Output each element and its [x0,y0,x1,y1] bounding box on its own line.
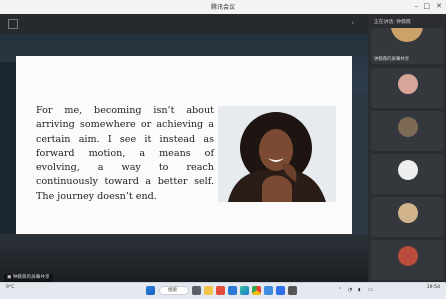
file-explorer-icon[interactable] [204,286,213,295]
wifi-icon[interactable]: ◔ [348,287,352,293]
speaking-text: 正在讲话: 钟薇薇 [374,20,411,25]
app-icon[interactable] [288,286,297,295]
close-icon[interactable]: ✕ [436,2,442,11]
share-owner-text: 钟薇薇的屏幕共享 [12,275,50,280]
maximize-icon[interactable]: □ [423,2,430,11]
store-icon[interactable] [264,286,273,295]
participants-panel: 正在讲话: 钟薇薇 钟薇薇的屏幕共享 [368,14,446,282]
meeting-app-icon[interactable] [276,286,285,295]
share-toolbar: › [0,14,368,34]
mail-icon[interactable] [228,286,237,295]
title-bar: 腾讯会议 – □ ✕ [0,0,446,15]
chrome-icon[interactable] [252,286,261,295]
participant-tile[interactable] [371,68,443,108]
participant-name: 钟薇薇的屏幕共享 [374,57,410,62]
task-view-icon[interactable] [192,286,201,295]
avatar [398,246,418,266]
speaking-indicator: 正在讲话: 钟薇薇 [368,18,446,25]
battery-icon[interactable]: ▭ [368,287,373,293]
avatar [398,160,418,180]
participant-tile[interactable] [371,154,443,194]
slide-quote: For me, becoming isn’t about arriving so… [36,105,214,202]
search-box[interactable]: 搜索 [159,286,189,295]
window-title: 腾讯会议 [210,4,235,11]
participant-tile[interactable] [371,197,443,237]
participant-tile[interactable] [371,111,443,151]
avatar [398,203,418,223]
view-toggle-icon[interactable] [8,19,18,29]
search-label: 搜索 [168,288,178,293]
volume-icon[interactable]: ◖ [358,287,361,293]
system-clock[interactable]: 19:54 [427,285,440,291]
avatar [398,117,418,137]
portrait-photo [218,106,336,202]
background-street [0,234,368,282]
taskbar: 9°C 搜索 ⌃ ◔ ◖ ▭ 19:54 [0,282,446,299]
edge-icon[interactable] [240,286,249,295]
start-icon[interactable] [146,286,155,295]
chevron-right-icon[interactable]: › [351,19,354,27]
minimize-icon[interactable]: – [415,2,419,11]
shared-screen: For me, becoming isn’t about arriving so… [0,34,368,282]
participant-tile[interactable]: 钟薇薇的屏幕共享 [371,28,443,64]
weather-temp: 9°C [6,285,15,290]
presentation-slide: For me, becoming isn’t about arriving so… [16,56,352,234]
participant-tile[interactable] [371,240,443,280]
chevron-up-icon[interactable]: ⌃ [338,287,342,293]
weather-widget[interactable]: 9°C [6,285,14,291]
avatar [391,28,423,42]
avatar [398,74,418,94]
portrait-image [218,106,336,202]
app-icon[interactable] [216,286,225,295]
share-owner-label: ▣ 钟薇薇的屏幕共享 [4,274,53,282]
clock-time: 19:54 [426,285,440,290]
